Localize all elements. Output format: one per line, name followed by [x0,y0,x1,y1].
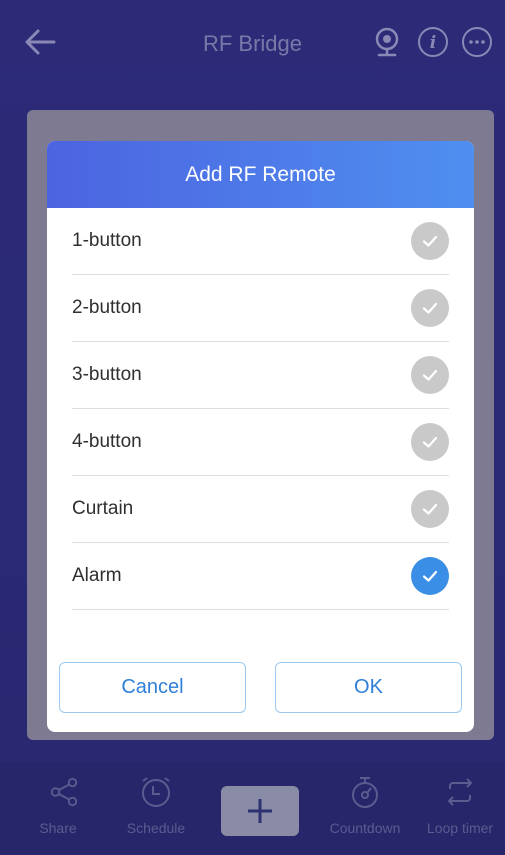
option-label: 3-button [72,364,142,385]
option-label: Curtain [72,498,134,519]
countdown-button[interactable]: Countdown [318,772,412,836]
dialog-title: Add RF Remote [185,162,336,186]
checkmark-icon [411,490,449,528]
info-icon[interactable]: i [417,26,449,58]
alarm-clock-icon [116,772,196,812]
schedule-button[interactable]: Schedule [116,772,196,836]
option-label: Alarm [72,565,122,586]
checkmark-icon [411,222,449,260]
checkmark-icon [411,289,449,327]
screen: RF Bridge i Add RF Remote 1-button 2-but… [0,0,505,855]
option-alarm[interactable]: Alarm [72,543,449,610]
dialog-actions: Cancel OK [59,662,462,713]
webcam-icon[interactable] [371,26,403,58]
more-icon[interactable] [461,26,493,58]
option-2-button[interactable]: 2-button [72,275,449,342]
share-icon [34,772,94,812]
option-label: 2-button [72,297,142,318]
countdown-label: Countdown [329,820,401,836]
option-4-button[interactable]: 4-button [72,409,449,476]
remote-type-list: 1-button 2-button 3-button 4-button Curt… [47,208,474,610]
checkmark-icon [411,356,449,394]
checkmark-selected-icon [411,557,449,595]
schedule-label: Schedule [126,820,186,836]
option-label: 1-button [72,230,142,251]
add-button[interactable] [221,786,299,836]
share-label: Share [39,820,77,836]
loop-timer-button[interactable]: Loop timer [418,772,502,836]
loop-timer-label: Loop timer [426,820,494,836]
checkmark-icon [411,423,449,461]
share-button[interactable]: Share [34,772,94,836]
app-header: RF Bridge i [0,0,505,88]
plus-icon [248,799,272,823]
loop-icon [418,772,502,812]
option-1-button[interactable]: 1-button [72,208,449,275]
bottom-toolbar: Share Schedule Countdown Loop timer [0,762,505,855]
option-label: 4-button [72,431,142,452]
add-remote-dialog: Add RF Remote 1-button 2-button 3-button [47,141,474,732]
ok-button[interactable]: OK [275,662,462,713]
stopwatch-icon [318,772,412,812]
dialog-header: Add RF Remote [47,141,474,208]
option-3-button[interactable]: 3-button [72,342,449,409]
svg-text:i: i [430,33,436,53]
option-curtain[interactable]: Curtain [72,476,449,543]
cancel-button[interactable]: Cancel [59,662,246,713]
